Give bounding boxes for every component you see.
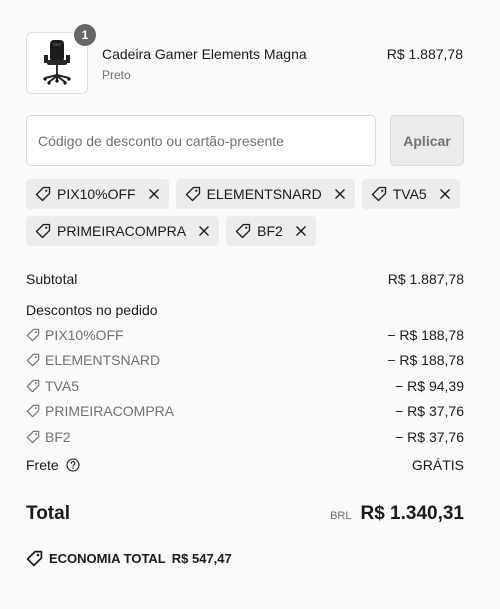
question-circle-icon[interactable]	[66, 457, 80, 472]
discount-line-amount: − R$ 37,76	[395, 403, 464, 420]
discount-line-code: PRIMEIRACOMPRA	[45, 403, 175, 420]
discount-tag-label: ELEMENTSNARD	[206, 186, 322, 202]
discount-line: ELEMENTSNARD − R$ 188,78	[26, 348, 464, 374]
product-variant: Preto	[102, 68, 131, 82]
close-icon[interactable]	[148, 188, 160, 200]
discount-tag-label: BF2	[257, 223, 283, 239]
tag-icon	[235, 223, 251, 239]
shipping-value: GRÁTIS	[411, 456, 464, 473]
product-price: R$ 1.887,78	[386, 46, 463, 62]
discount-line: PIX10%OFF − R$ 188,78	[26, 322, 464, 348]
tag-icon	[371, 186, 386, 202]
tag-icon	[35, 223, 51, 239]
savings-value: R$ 547,47	[171, 551, 232, 566]
discount-tag-label: PRIMEIRACOMPRA	[57, 223, 187, 239]
discount-tag-label: TVA5	[392, 186, 427, 202]
discount-form: Aplicar	[26, 115, 464, 166]
product-name: Cadeira Gamer Elements Magna	[102, 46, 307, 62]
discount-line: BF2 − R$ 37,76	[26, 424, 464, 450]
discount-line-code: TVA5	[45, 377, 79, 394]
tag-icon	[26, 404, 40, 418]
subtotal-value: R$ 1.887,78	[387, 271, 464, 287]
subtotal-label: Subtotal	[26, 271, 78, 287]
discount-line-amount: − R$ 188,78	[387, 352, 464, 369]
tag-icon	[26, 430, 40, 444]
discount-line-amount: − R$ 37,76	[395, 428, 464, 445]
tag-icon	[26, 353, 40, 367]
close-icon[interactable]	[295, 225, 307, 237]
cost-summary: Subtotal R$ 1.887,78 Descontos no pedido…	[26, 266, 464, 473]
shipping-row: Frete GRÁTIS	[26, 457, 464, 473]
total-label: Total	[26, 503, 70, 524]
discount-line-code: BF2	[45, 428, 71, 445]
currency-code: BRL	[330, 510, 352, 522]
applied-discount-tags: PIX10%OFF ELEMENTSNARD TVA5 PRIMEIRACOMP…	[26, 179, 466, 253]
total-savings: ECONOMIA TOTAL R$ 547,47	[26, 550, 232, 567]
discount-tag: TVA5	[361, 179, 460, 209]
order-discounts-title: Descontos no pedido	[26, 302, 158, 318]
discount-tag: BF2	[226, 216, 316, 246]
discount-tag: PIX10%OFF	[26, 179, 169, 209]
discount-line-amount: − R$ 188,78	[387, 326, 464, 343]
apply-discount-button[interactable]: Aplicar	[390, 115, 464, 166]
shipping-label: Frete	[26, 456, 59, 473]
discount-tag-label: PIX10%OFF	[57, 186, 136, 202]
discount-code-input[interactable]	[26, 115, 376, 166]
tag-icon	[26, 328, 40, 342]
tag-icon	[185, 186, 200, 202]
total-value: R$ 1.340,31	[360, 503, 464, 524]
discount-tag: PRIMEIRACOMPRA	[26, 216, 220, 246]
discount-tag: ELEMENTSNARD	[175, 179, 355, 209]
tag-icon	[26, 550, 43, 567]
savings-label: ECONOMIA TOTAL	[49, 551, 166, 566]
close-icon[interactable]	[334, 188, 346, 200]
discount-line-amount: − R$ 94,39	[395, 377, 464, 394]
discount-line-code: PIX10%OFF	[45, 326, 124, 343]
gaming-chair-image	[43, 40, 71, 85]
tag-icon	[26, 379, 40, 393]
discount-line: TVA5 − R$ 94,39	[26, 373, 464, 399]
quantity-badge: 1	[74, 24, 96, 46]
close-icon[interactable]	[198, 225, 210, 237]
subtotal-row: Subtotal R$ 1.887,78	[26, 271, 464, 287]
tag-icon	[35, 186, 51, 202]
total-row: Total BRL R$ 1.340,31	[26, 503, 464, 525]
close-icon[interactable]	[439, 188, 451, 200]
discount-line-code: ELEMENTSNARD	[45, 352, 161, 369]
cart-line-item: 1 Cadeira Gamer Elements Magna Preto R$ …	[26, 24, 466, 94]
discount-line: PRIMEIRACOMPRA − R$ 37,76	[26, 399, 464, 425]
